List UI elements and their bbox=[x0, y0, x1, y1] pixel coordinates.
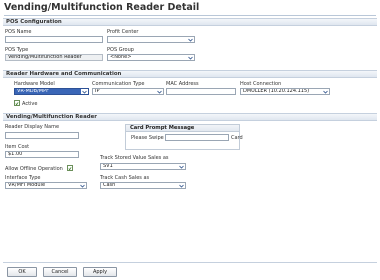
host-connection-label: Host Connection bbox=[240, 81, 282, 87]
stored-value-label: Track Stored Value Sales as bbox=[100, 155, 169, 161]
hardware-model-value: VR-MDB/MPF bbox=[17, 88, 49, 94]
chevron-down-icon bbox=[81, 89, 88, 94]
reader-header: Vending/Multifunction Reader bbox=[3, 113, 377, 121]
offline-operation-label: Allow Offline Operation bbox=[5, 166, 63, 172]
chevron-down-icon bbox=[79, 183, 86, 188]
stored-value-value: SV1 bbox=[103, 163, 113, 169]
chevron-down-icon bbox=[178, 183, 185, 188]
pos-type-label: POS Type bbox=[5, 47, 29, 53]
ok-button[interactable]: OK bbox=[7, 267, 37, 277]
card-prompt-input[interactable] bbox=[165, 134, 229, 141]
pos-group-label: POS Group bbox=[107, 47, 134, 53]
cash-sales-select[interactable]: Cash bbox=[100, 182, 186, 189]
interface-type-value: VR/MFI Module bbox=[8, 182, 46, 188]
mac-address-input[interactable] bbox=[166, 88, 236, 95]
hardware-model-label: Hardware Model bbox=[14, 81, 55, 87]
hardware-header: Reader Hardware and Communication bbox=[3, 70, 377, 78]
profit-center-select[interactable] bbox=[107, 36, 195, 43]
host-connection-select[interactable]: DMULLER (10.20.124.115) bbox=[240, 88, 330, 95]
hardware-model-select[interactable]: VR-MDB/MPF bbox=[14, 88, 89, 95]
item-cost-input[interactable]: $1.00 bbox=[5, 151, 79, 158]
pos-config-header: POS Configuration bbox=[3, 18, 377, 26]
cancel-button[interactable]: Cancel bbox=[43, 267, 77, 277]
reader-display-name-label: Reader Display Name bbox=[5, 124, 60, 130]
pos-name-label: POS Name bbox=[5, 29, 32, 35]
active-checkbox[interactable] bbox=[14, 100, 20, 106]
offline-operation-checkbox[interactable] bbox=[67, 165, 73, 171]
check-icon bbox=[68, 166, 72, 170]
profit-center-label: Profit Center bbox=[107, 29, 139, 35]
card-prompt-prefix: Please Swipe bbox=[131, 135, 164, 141]
active-label: Active bbox=[22, 101, 38, 107]
cash-sales-label: Track Cash Sales as bbox=[100, 175, 150, 181]
chevron-down-icon bbox=[187, 37, 194, 42]
chevron-down-icon bbox=[178, 164, 185, 169]
host-connection-value: DMULLER (10.20.124.115) bbox=[243, 88, 310, 94]
pos-name-input[interactable] bbox=[5, 36, 103, 43]
comm-type-label: Communication Type bbox=[92, 81, 145, 87]
check-icon bbox=[15, 101, 19, 105]
interface-type-select[interactable]: VR/MFI Module bbox=[5, 182, 87, 189]
stored-value-select[interactable]: SV1 bbox=[100, 163, 186, 170]
pos-type-field: Vending/Multifunction Reader bbox=[5, 54, 103, 61]
pos-group-select[interactable]: <None> bbox=[107, 54, 195, 61]
apply-button[interactable]: Apply bbox=[83, 267, 117, 277]
reader-display-name-input[interactable] bbox=[5, 132, 79, 139]
footer-divider bbox=[3, 262, 377, 263]
chevron-down-icon bbox=[322, 89, 329, 94]
comm-type-select[interactable]: IP bbox=[92, 88, 164, 95]
mac-address-label: MAC Address bbox=[166, 81, 199, 87]
interface-type-label: Interface Type bbox=[5, 175, 41, 181]
item-cost-label: Item Cost bbox=[5, 144, 30, 150]
comm-type-value: IP bbox=[95, 88, 100, 94]
cash-sales-value: Cash bbox=[103, 182, 116, 188]
chevron-down-icon bbox=[156, 89, 163, 94]
card-prompt-suffix: Card bbox=[231, 135, 243, 141]
card-prompt-header: Card Prompt Message bbox=[126, 125, 239, 132]
chevron-down-icon bbox=[187, 55, 194, 60]
pos-group-value: <None> bbox=[110, 54, 132, 60]
page-title: Vending/Multifunction Reader Detail bbox=[4, 2, 376, 16]
